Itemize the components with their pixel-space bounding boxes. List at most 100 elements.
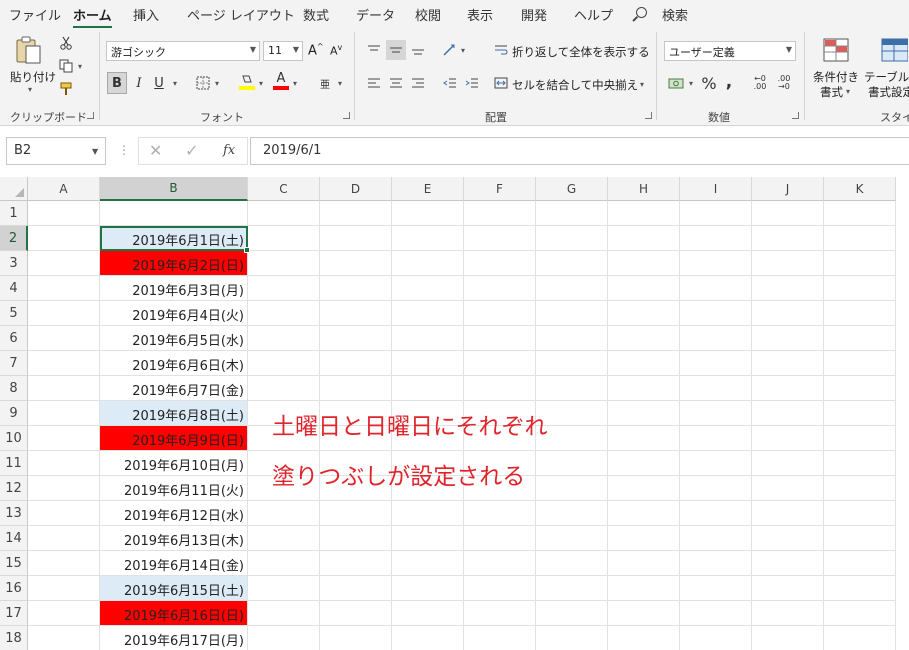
cell-e2[interactable]	[392, 226, 464, 251]
column-header-h[interactable]: H	[608, 177, 680, 201]
clipboard-launcher-icon[interactable]	[87, 112, 94, 119]
percent-icon[interactable]: %	[699, 72, 719, 94]
borders-dropdown-icon[interactable]: ▾	[215, 79, 219, 88]
cell-k11[interactable]	[824, 451, 896, 476]
align-left-icon[interactable]	[364, 73, 384, 93]
italic-icon[interactable]: I	[131, 72, 147, 94]
phonetic-icon[interactable]: 亜	[316, 73, 334, 93]
cell-a4[interactable]	[28, 276, 100, 301]
align-bottom-icon[interactable]	[408, 40, 428, 60]
cell-b10[interactable]: 2019年6月9日(日)	[100, 426, 248, 451]
cell-k17[interactable]	[824, 601, 896, 626]
column-header-b[interactable]: B	[100, 177, 248, 201]
chevron-down-icon[interactable]: ▼	[92, 147, 98, 156]
cell-f4[interactable]	[464, 276, 536, 301]
row-header[interactable]: 10	[0, 426, 28, 451]
cell-b14[interactable]: 2019年6月13日(木)	[100, 526, 248, 551]
cell-h14[interactable]	[608, 526, 680, 551]
column-header-i[interactable]: I	[680, 177, 752, 201]
select-all-button[interactable]	[0, 177, 28, 201]
cell-k4[interactable]	[824, 276, 896, 301]
cell-c16[interactable]	[248, 576, 320, 601]
cell-b4[interactable]: 2019年6月3日(月)	[100, 276, 248, 301]
wrap-text-button[interactable]: 折り返して全体を表示する	[512, 44, 650, 60]
align-top-icon[interactable]	[364, 40, 384, 60]
cell-g7[interactable]	[536, 351, 608, 376]
cell-k6[interactable]	[824, 326, 896, 351]
cell-e5[interactable]	[392, 301, 464, 326]
cell-k16[interactable]	[824, 576, 896, 601]
cell-h17[interactable]	[608, 601, 680, 626]
cell-h11[interactable]	[608, 451, 680, 476]
cell-g3[interactable]	[536, 251, 608, 276]
column-header-k[interactable]: K	[824, 177, 896, 201]
cell-k5[interactable]	[824, 301, 896, 326]
tab-view[interactable]: 表示	[467, 5, 493, 24]
conditional-formatting-sublabel[interactable]: 書式	[820, 84, 843, 100]
cancel-icon[interactable]: ✕	[149, 141, 162, 160]
merge-dropdown-icon[interactable]: ▾	[640, 80, 644, 89]
align-middle-icon[interactable]	[386, 40, 406, 60]
tab-developer[interactable]: 開発	[521, 5, 547, 24]
cell-e3[interactable]	[392, 251, 464, 276]
column-header-e[interactable]: E	[392, 177, 464, 201]
more-options-icon[interactable]: ⋮	[118, 143, 130, 157]
merge-center-button[interactable]: セルを結合して中央揃え	[512, 77, 638, 93]
cell-e1[interactable]	[392, 201, 464, 226]
cell-g5[interactable]	[536, 301, 608, 326]
decrease-indent-icon[interactable]	[440, 73, 460, 93]
borders-icon[interactable]	[194, 74, 212, 92]
cell-j12[interactable]	[752, 476, 824, 501]
font-color-icon[interactable]: A	[272, 70, 290, 92]
cell-e15[interactable]	[392, 551, 464, 576]
cell-d5[interactable]	[320, 301, 392, 326]
cell-f18[interactable]	[464, 626, 536, 650]
cell-g17[interactable]	[536, 601, 608, 626]
row-header[interactable]: 5	[0, 301, 28, 326]
cell-b18[interactable]: 2019年6月17日(月)	[100, 626, 248, 650]
cell-g11[interactable]	[536, 451, 608, 476]
enter-icon[interactable]: ✓	[185, 141, 198, 160]
cell-j18[interactable]	[752, 626, 824, 650]
cell-h7[interactable]	[608, 351, 680, 376]
cell-f14[interactable]	[464, 526, 536, 551]
cell-f7[interactable]	[464, 351, 536, 376]
formula-input[interactable]: 2019/6/1	[250, 137, 909, 165]
cell-h16[interactable]	[608, 576, 680, 601]
name-box[interactable]: B2	[6, 137, 106, 165]
cell-c15[interactable]	[248, 551, 320, 576]
cell-k8[interactable]	[824, 376, 896, 401]
row-header[interactable]: 11	[0, 451, 28, 476]
fill-color-dropdown-icon[interactable]: ▾	[259, 79, 263, 88]
underline-icon[interactable]: U	[151, 72, 167, 94]
cell-k18[interactable]	[824, 626, 896, 650]
wrap-text-icon[interactable]	[493, 42, 509, 58]
decrease-font-icon[interactable]: Av	[330, 43, 342, 58]
copy-dropdown-icon[interactable]: ▾	[78, 62, 82, 71]
font-name-dropdown[interactable]: 游ゴシック ▼	[106, 41, 260, 61]
cell-b9[interactable]: 2019年6月8日(土)	[100, 401, 248, 426]
cell-g13[interactable]	[536, 501, 608, 526]
cell-d3[interactable]	[320, 251, 392, 276]
cell-c7[interactable]	[248, 351, 320, 376]
row-header[interactable]: 3	[0, 251, 28, 276]
row-header[interactable]: 12	[0, 476, 28, 501]
cell-f15[interactable]	[464, 551, 536, 576]
cell-h3[interactable]	[608, 251, 680, 276]
cell-c5[interactable]	[248, 301, 320, 326]
fill-color-icon[interactable]	[238, 72, 256, 92]
cell-c14[interactable]	[248, 526, 320, 551]
cell-h13[interactable]	[608, 501, 680, 526]
cell-c18[interactable]	[248, 626, 320, 650]
cell-k15[interactable]	[824, 551, 896, 576]
tab-file[interactable]: ファイル	[9, 5, 61, 24]
cell-e6[interactable]	[392, 326, 464, 351]
cell-i1[interactable]	[680, 201, 752, 226]
cell-i13[interactable]	[680, 501, 752, 526]
cell-a15[interactable]	[28, 551, 100, 576]
cell-j7[interactable]	[752, 351, 824, 376]
insert-function-icon[interactable]: fx	[223, 143, 235, 158]
cut-icon[interactable]	[57, 34, 75, 52]
cell-a3[interactable]	[28, 251, 100, 276]
cell-h8[interactable]	[608, 376, 680, 401]
